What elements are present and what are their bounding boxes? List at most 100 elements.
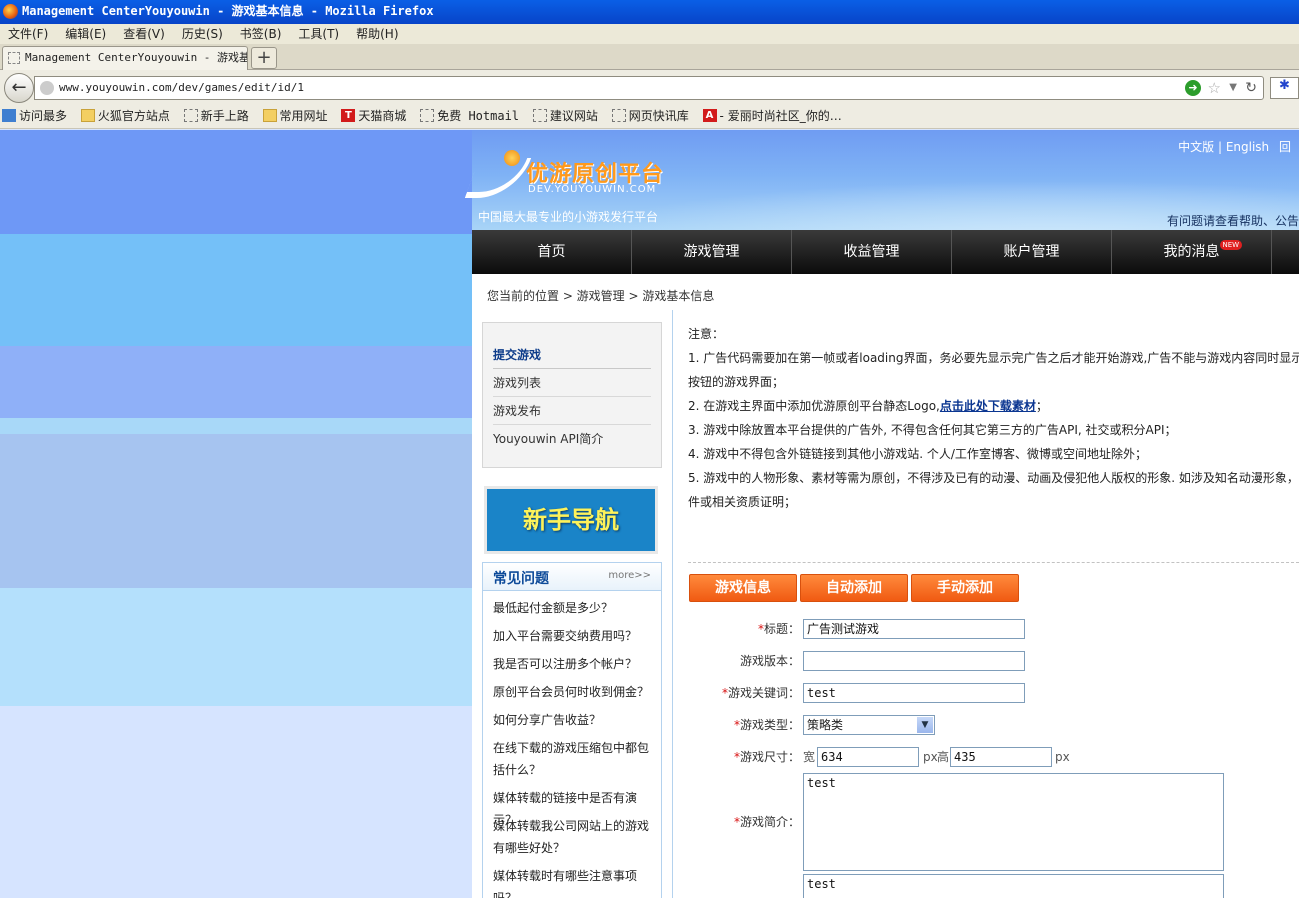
tab-label: Management CenterYouyouwin - 游戏基…: [25, 51, 248, 64]
notice-text: 2. 在游戏主界面中添加优游原创平台静态Logo,: [688, 399, 940, 413]
bookmark-web-slices[interactable]: 网页快讯库: [610, 104, 689, 128]
page-icon: [183, 109, 198, 122]
title-label: *标题：: [757, 622, 800, 636]
address-bar[interactable]: www.youyouwin.com/dev/games/edit/id/1 ➜ …: [34, 76, 1264, 100]
bookmark-star-icon[interactable]: ☆: [1208, 77, 1221, 99]
bookmark-aili[interactable]: A- 爱丽时尚社区_你的…: [701, 104, 842, 128]
logo-ball-icon: [504, 150, 520, 166]
width-unit: px: [923, 750, 938, 764]
nav-my-messages-label: 我的消息: [1163, 244, 1220, 260]
breadcrumb: 您当前的位置 > 游戏管理 > 游戏基本信息: [487, 289, 715, 303]
bg-band: [0, 234, 472, 346]
bookmark-label: 常用网址: [279, 109, 328, 123]
bookmark-label: 新手上路: [200, 109, 249, 123]
title-input[interactable]: 广告测试游戏: [803, 619, 1025, 639]
faq-box: 常见问题 more>> 最低起付金额是多少？ 加入平台需要交纳费用吗？ 我是否可…: [482, 562, 662, 898]
history-dropdown-icon[interactable]: ▼: [1229, 77, 1237, 99]
faq-item[interactable]: 我是否可以注册多个帐户？: [493, 653, 658, 675]
version-input[interactable]: [803, 651, 1025, 671]
type-label: *游戏类型：: [733, 718, 800, 732]
bookmark-label: 免费 Hotmail: [437, 109, 520, 123]
menu-view[interactable]: 查看(V): [115, 24, 174, 44]
menu-file[interactable]: 文件(F): [0, 24, 57, 44]
sidebar-item-api-intro[interactable]: Youyouwin API简介: [493, 425, 651, 453]
menu-edit[interactable]: 编辑(E): [57, 24, 115, 44]
lang-english-link[interactable]: English: [1226, 140, 1269, 154]
nav-game-management[interactable]: 游戏管理: [632, 230, 792, 274]
download-assets-link[interactable]: 点击此处下载素材: [940, 399, 1036, 413]
game-info-button[interactable]: 游戏信息: [689, 574, 797, 602]
extra-textarea[interactable]: test: [803, 874, 1224, 898]
notice-title: 注意：: [688, 327, 725, 341]
bookmark-getting-started[interactable]: 新手上路: [182, 104, 249, 128]
menu-history[interactable]: 历史(S): [174, 24, 232, 44]
width-input[interactable]: 634: [817, 747, 919, 767]
nav-account-management[interactable]: 账户管理: [952, 230, 1112, 274]
go-icon[interactable]: ➜: [1185, 80, 1201, 96]
bookmark-hotmail[interactable]: 免费 Hotmail: [418, 104, 519, 128]
faq-item[interactable]: 最低起付金额是多少？: [493, 597, 658, 619]
bookmark-common-sites[interactable]: 常用网址: [261, 104, 328, 128]
faq-item[interactable]: 加入平台需要交纳费用吗？: [493, 625, 658, 647]
site-identity-icon[interactable]: [40, 81, 54, 95]
type-select[interactable]: 策略类 ▼: [803, 715, 935, 735]
menu-bookmarks[interactable]: 书签(B): [232, 24, 291, 44]
faq-more-link[interactable]: more>>: [608, 570, 651, 581]
new-badge: NEW: [1219, 240, 1243, 250]
site-header: 优游原创平台 DEV.YOUYOUWIN.COM 中国最大最专业的小游戏发行平台…: [464, 130, 1299, 230]
bookmark-most-visited[interactable]: 访问最多: [0, 104, 67, 128]
faq-item[interactable]: 媒体转载时有哪些注意事项吗？: [493, 865, 658, 898]
sidebar-item-game-publish[interactable]: 游戏发布: [493, 397, 651, 425]
bg-band: [0, 588, 472, 706]
auto-add-button[interactable]: 自动添加: [800, 574, 908, 602]
notice-item: 3. 游戏中除放置本平台提供的广告外, 不得包含任何其它第三方的广告API, 社…: [688, 423, 1177, 437]
keywords-input[interactable]: test: [803, 683, 1025, 703]
faq-item[interactable]: 原创平台会员何时收到佣金？: [493, 681, 658, 703]
height-input[interactable]: 435: [950, 747, 1052, 767]
back-button[interactable]: ←: [4, 73, 34, 103]
lang-chinese-link[interactable]: 中文版: [1178, 140, 1214, 154]
keywords-label-text: 游戏关键词：: [727, 686, 800, 700]
menu-help[interactable]: 帮助(H): [348, 24, 407, 44]
sidebar-item-submit-game[interactable]: 提交游戏: [493, 341, 651, 369]
nav-home[interactable]: 首页: [472, 230, 632, 274]
bg-band: [0, 346, 472, 418]
search-icon: [2, 109, 16, 122]
faq-item[interactable]: 媒体转载我公司网站上的游戏有哪些好处？: [493, 815, 658, 859]
bookmarks-toolbar: 访问最多 火狐官方站点 新手上路 常用网址 T 天猫商城 免费 Hotmail 建…: [0, 104, 1299, 129]
site-logo[interactable]: 优游原创平台 DEV.YOUYOUWIN.COM: [464, 150, 672, 200]
search-engine-button[interactable]: ✱: [1270, 77, 1299, 99]
newbie-guide-banner[interactable]: 新手导航: [484, 486, 658, 554]
intro-textarea[interactable]: test: [803, 773, 1224, 871]
new-tab-button[interactable]: +: [251, 47, 277, 69]
notice-item: 按钮的游戏界面；: [688, 375, 785, 389]
tmall-icon: T: [341, 109, 356, 122]
tab-active[interactable]: Management CenterYouyouwin - 游戏基…: [2, 46, 248, 70]
page-icon: [420, 109, 435, 122]
logo-swoosh-icon: [464, 158, 532, 198]
page-icon: [8, 52, 20, 64]
help-notice[interactable]: 有问题请查看帮助、公告: [1167, 212, 1299, 229]
url-text: www.youyouwin.com/dev/games/edit/id/1: [59, 81, 305, 94]
faq-item[interactable]: 如何分享广告收益？: [493, 709, 658, 731]
nav-my-messages[interactable]: 我的消息 NEW: [1112, 230, 1272, 274]
main-nav: 首页 游戏管理 收益管理 账户管理 我的消息 NEW: [472, 230, 1299, 274]
notice-text: ；: [1035, 399, 1048, 413]
faq-item[interactable]: 在线下载的游戏压缩包中都包括什么？: [493, 737, 658, 781]
keywords-label: *游戏关键词：: [721, 686, 800, 700]
back-link[interactable]: 回: [1279, 140, 1291, 154]
sidebar-item-game-list[interactable]: 游戏列表: [493, 369, 651, 397]
bookmark-suggested[interactable]: 建议网站: [531, 104, 598, 128]
bookmark-tmall[interactable]: T 天猫商城: [339, 104, 406, 128]
bookmark-firefox-official[interactable]: 火狐官方站点: [79, 104, 170, 128]
reload-icon[interactable]: ↻: [1245, 77, 1257, 99]
menu-tools[interactable]: 工具(T): [290, 24, 348, 44]
bookmark-label: 访问最多: [19, 109, 68, 123]
web-page: 优游原创平台 DEV.YOUYOUWIN.COM 中国最大最专业的小游戏发行平台…: [0, 130, 1299, 898]
sidebar-menu: 提交游戏 游戏列表 游戏发布 Youyouwin API简介: [482, 322, 662, 468]
nav-revenue-management[interactable]: 收益管理: [792, 230, 952, 274]
size-label: *游戏尺寸：: [733, 750, 800, 764]
intro-label-text: 游戏简介：: [739, 815, 800, 829]
type-selected-value: 策略类: [807, 718, 844, 732]
manual-add-button[interactable]: 手动添加: [911, 574, 1019, 602]
